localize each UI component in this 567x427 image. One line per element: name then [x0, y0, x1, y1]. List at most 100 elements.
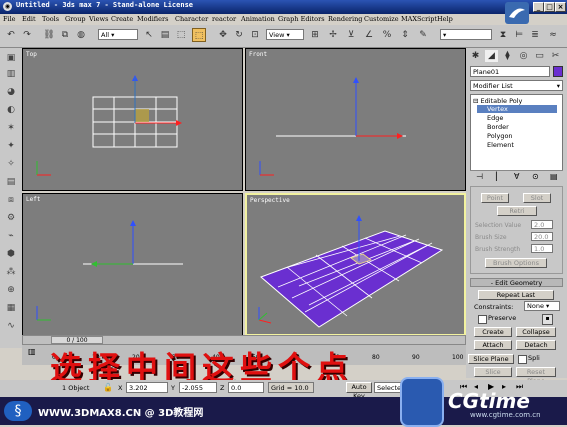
point-button[interactable]: Point [481, 193, 509, 203]
rectangular-selection-icon[interactable]: ⬚ [174, 28, 188, 42]
display-tab-icon[interactable]: ▭ [533, 50, 546, 62]
constraints-dropdown[interactable]: None ▾ [524, 301, 560, 311]
select-rotate-icon[interactable]: ↻ [232, 28, 246, 42]
modifier-list-dropdown[interactable]: Modifier List ▾ [470, 80, 563, 91]
quick-render-icon[interactable]: ▥ [4, 68, 18, 81]
close-button[interactable]: × [555, 2, 566, 12]
menu-reactor[interactable]: reactor [212, 15, 236, 23]
reference-coordinate-dropdown[interactable]: View ▾ [266, 29, 304, 40]
pin-stack-icon[interactable]: ⊣ [476, 172, 483, 181]
track-bar-menu-icon[interactable]: ▥ [28, 347, 38, 357]
systems-icon[interactable]: ⚙ [4, 212, 18, 225]
environment-icon[interactable]: ◐ [4, 104, 18, 117]
hierarchy-tab-icon[interactable]: ⧫ [501, 50, 514, 62]
modify-tab-icon[interactable]: ◢ [485, 50, 498, 62]
named-selection-icon[interactable]: ✎ [416, 28, 430, 42]
particles-icon[interactable]: ⁂ [4, 266, 18, 279]
edit-geometry-rollout[interactable]: - Edit Geometry [470, 278, 563, 287]
slice-button[interactable]: Slice [474, 367, 512, 377]
slot-button[interactable]: Slot [523, 193, 551, 203]
create-button[interactable]: Create [474, 327, 512, 337]
attach-button[interactable]: Attach [474, 340, 512, 350]
viewport-perspective[interactable]: Perspective [245, 193, 466, 336]
stack-item-polygon[interactable]: Polygon [487, 132, 513, 140]
stack-item-edge[interactable]: Edge [487, 114, 503, 122]
undo-icon[interactable]: ↶ [4, 28, 18, 42]
menu-customize[interactable]: Customize [364, 15, 399, 23]
nurbs-icon[interactable]: ∿ [4, 320, 18, 333]
preserve-uvs-checkbox[interactable] [478, 315, 487, 324]
geometry-icon[interactable]: ⬢ [4, 248, 18, 261]
menu-views[interactable]: Views [89, 15, 108, 23]
select-by-name-icon[interactable]: ▤ [158, 28, 172, 42]
z-coordinate-field[interactable]: 0.0 [228, 382, 264, 393]
link-icon[interactable]: ⛓ [42, 28, 56, 42]
stack-item-element[interactable]: Element [487, 141, 514, 149]
select-manipulate-icon[interactable]: ✢ [326, 28, 340, 42]
collapse-button[interactable]: Collapse [516, 327, 556, 337]
minimize-button[interactable]: _ [533, 2, 544, 12]
create-tab-icon[interactable]: ✱ [469, 50, 482, 62]
redo-icon[interactable]: ↷ [20, 28, 34, 42]
split-checkbox[interactable] [518, 355, 527, 364]
menu-help[interactable]: Help [437, 15, 453, 23]
light-icon[interactable]: ✧ [4, 158, 18, 171]
stack-item-vertex[interactable]: Vertex [477, 105, 557, 113]
pivot-center-icon[interactable]: ⊞ [308, 28, 322, 42]
make-unique-icon[interactable]: ∀ [514, 172, 519, 181]
viewport-left[interactable]: Left [22, 193, 243, 336]
viewport-top[interactable]: Top [22, 48, 243, 191]
spinner-snap-icon[interactable]: ⇕ [398, 28, 412, 42]
menu-rendering[interactable]: Rendering [328, 15, 362, 23]
named-selection-sets-dropdown[interactable]: ▾ [440, 29, 492, 40]
bind-space-warp-icon[interactable]: ◍ [74, 28, 88, 42]
menu-edit[interactable]: Edit [22, 15, 36, 23]
x-coordinate-field[interactable]: 3.202 [126, 382, 168, 393]
material-editor-icon[interactable]: ◕ [4, 86, 18, 99]
menu-group[interactable]: Group [65, 15, 86, 23]
select-scale-icon[interactable]: ⊡ [248, 28, 262, 42]
motion-tab-icon[interactable]: ◎ [517, 50, 530, 62]
percent-snap-icon[interactable]: % [380, 28, 394, 42]
patch-icon[interactable]: ▦ [4, 302, 18, 315]
selection-filter-dropdown[interactable]: All ▾ [98, 29, 138, 40]
brush-strength-field[interactable]: 1.0 [531, 244, 553, 253]
align-icon[interactable]: ⊨ [512, 28, 526, 42]
menu-character[interactable]: Character [175, 15, 208, 23]
select-move-icon[interactable]: ✥ [216, 28, 230, 42]
menu-tools[interactable]: Tools [42, 15, 59, 23]
lock-selection-icon[interactable]: 🔓 [103, 383, 113, 392]
layer-manager-icon[interactable]: ≣ [528, 28, 542, 42]
unlink-icon[interactable]: ⧉ [58, 28, 72, 42]
stack-item-editable-poly[interactable]: ⊟ Editable Poly [473, 97, 522, 105]
mirror-icon[interactable]: ⧗ [496, 28, 510, 42]
select-object-icon[interactable]: ↖ [142, 28, 156, 42]
menu-animation[interactable]: Animation [241, 15, 275, 23]
selection-value-field[interactable]: 2.0 [531, 220, 553, 229]
render-scene-icon[interactable]: ▣ [4, 52, 18, 65]
retriangulate-button[interactable]: Retri [497, 206, 537, 216]
menu-create[interactable]: Create [111, 15, 133, 23]
space-warp-icon[interactable]: ⧈ [4, 194, 18, 207]
preserve-settings-icon[interactable]: ▪ [542, 314, 553, 325]
shapes-icon[interactable]: ⌁ [4, 230, 18, 243]
window-crossing-icon[interactable]: ⬚ [192, 28, 206, 42]
reset-plane-button[interactable]: Reset Plane [516, 367, 556, 385]
curve-editor-icon[interactable]: ≈ [546, 28, 560, 42]
configure-sets-icon[interactable]: ▤ [550, 172, 558, 181]
show-end-result-icon[interactable]: ▏ [496, 172, 502, 181]
detach-button[interactable]: Detach [516, 340, 556, 350]
brush-options-button[interactable]: Brush Options [485, 258, 547, 268]
object-name-field[interactable]: Plane01 [470, 66, 550, 77]
camera-icon[interactable]: ✦ [4, 140, 18, 153]
y-coordinate-field[interactable]: -2.055 [179, 382, 217, 393]
stack-item-border[interactable]: Border [487, 123, 509, 131]
compound-icon[interactable]: ⊕ [4, 284, 18, 297]
viewport-front[interactable]: Front [245, 48, 466, 191]
brush-size-field[interactable]: 20.0 [531, 232, 553, 241]
menu-maxscript[interactable]: MAXScript [401, 15, 437, 23]
effects-icon[interactable]: ✶ [4, 122, 18, 135]
angle-snap-icon[interactable]: ∠ [362, 28, 376, 42]
object-color-swatch[interactable] [553, 66, 563, 77]
auto-key-button[interactable]: Auto Key [346, 382, 372, 400]
